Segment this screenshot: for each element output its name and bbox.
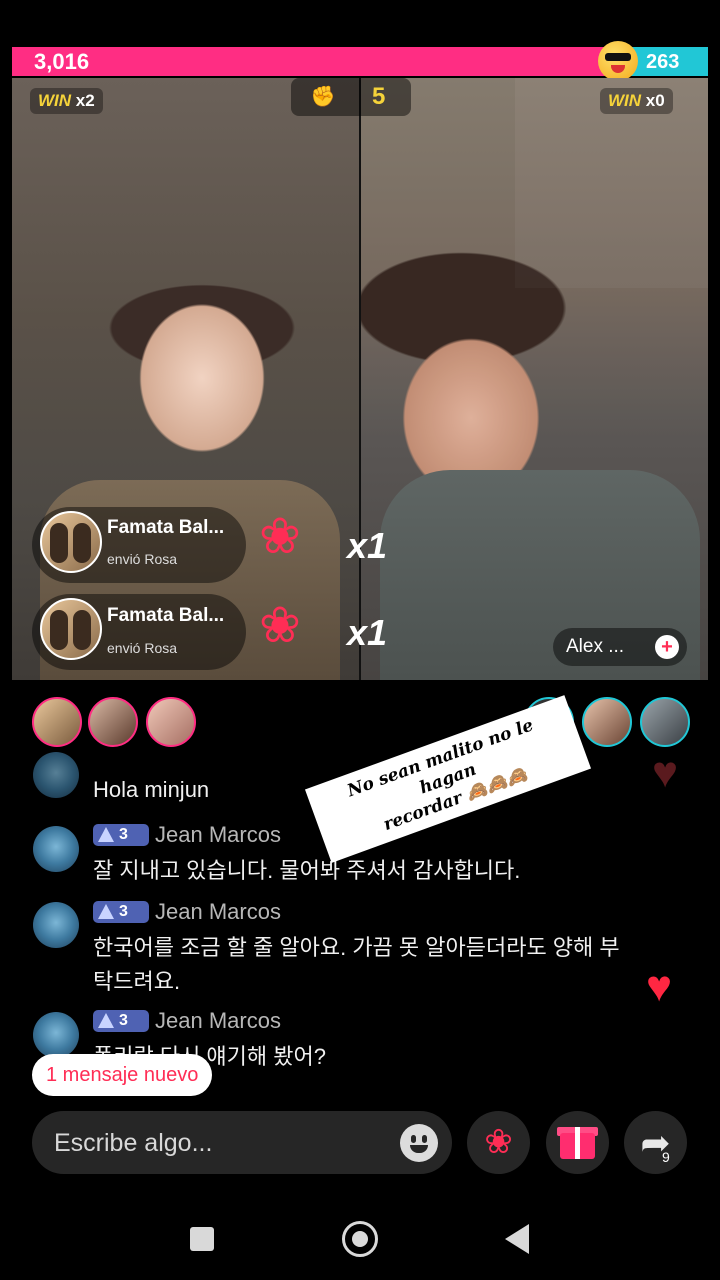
chat-message: 잘 지내고 있습니다. 물어봐 주셔서 감사합니다. xyxy=(93,858,521,883)
recents-button[interactable] xyxy=(190,1227,214,1251)
avatar[interactable] xyxy=(33,826,79,872)
win-badge-right: WIN x0 xyxy=(600,88,673,114)
gift-action: envió Rosa xyxy=(107,640,178,656)
heart-icon: ♥ xyxy=(646,962,673,1011)
heart-icon: ♥ xyxy=(652,748,679,797)
comment-input[interactable] xyxy=(52,1111,396,1176)
rose-button[interactable]: ❀ xyxy=(467,1111,530,1174)
supporter-rank: 2 xyxy=(129,733,137,747)
comment-box[interactable] xyxy=(32,1111,452,1176)
supporter-avatar[interactable]: 2 xyxy=(582,697,632,747)
text-sticker: No sean malito no le hagan recordar 🙈🙈🙈 xyxy=(304,695,592,863)
avatar[interactable] xyxy=(40,598,102,660)
streamer-name: Alex ... xyxy=(566,636,625,657)
supporter-rank: 3 xyxy=(73,733,81,747)
chat-message: Hola minjun xyxy=(93,777,210,802)
level-badge: 3 xyxy=(93,1010,149,1032)
gift-sender-name: Famata Bal... xyxy=(107,605,225,626)
gift-multiplier: x1 xyxy=(347,525,388,566)
avatar[interactable] xyxy=(33,902,79,948)
score-left: 3,016 xyxy=(34,49,90,74)
follow-button[interactable]: + xyxy=(655,635,679,659)
avatar[interactable] xyxy=(33,1012,79,1058)
chat-message: 한국어를 조금 할 줄 알아요. 가끔 못 알아듣더라도 양해 부 xyxy=(93,935,620,960)
win-label: WIN xyxy=(38,91,72,110)
supporter-avatar[interactable]: 1 xyxy=(146,697,196,747)
score-right: 263 xyxy=(646,51,680,73)
avatar[interactable] xyxy=(33,752,79,798)
chat-username[interactable]: Jean Marcos xyxy=(155,899,281,925)
rose-icon: ❀ xyxy=(259,508,301,564)
win-label: WIN xyxy=(608,91,642,110)
gift-action: envió Rosa xyxy=(107,551,178,567)
win-count: x0 xyxy=(645,91,665,110)
win-count: x2 xyxy=(75,91,95,110)
supporter-rank: 1 xyxy=(187,733,195,747)
emoji-icon[interactable] xyxy=(400,1124,438,1162)
level-badge: 3 xyxy=(93,901,149,923)
share-button[interactable]: ➦ xyxy=(624,1111,687,1174)
win-badge-left: WIN x2 xyxy=(30,88,103,114)
gift-button[interactable] xyxy=(546,1111,609,1174)
supporter-rank: 3 xyxy=(681,733,689,747)
share-count: 9 xyxy=(662,1149,670,1165)
gift-sender-name: Famata Bal... xyxy=(107,517,225,538)
back-button[interactable] xyxy=(505,1224,529,1254)
supporter-rank: 2 xyxy=(623,733,631,747)
fist-icon: ✊ xyxy=(310,86,336,108)
round-count: 5 xyxy=(372,83,386,110)
level-badge: 3 xyxy=(93,824,149,846)
supporter-avatar[interactable]: 3 xyxy=(32,697,82,747)
rose-icon: ❀ xyxy=(484,1123,513,1161)
cool-emoji-icon xyxy=(598,41,638,81)
home-button[interactable] xyxy=(342,1221,378,1257)
rose-icon: ❀ xyxy=(259,597,301,653)
gift-multiplier: x1 xyxy=(347,612,388,653)
supporter-avatar[interactable]: 3 xyxy=(640,697,690,747)
new-messages-pill[interactable]: 1 mensaje nuevo xyxy=(32,1054,213,1096)
avatar[interactable] xyxy=(40,511,102,573)
chat-message: 탁드려요. xyxy=(93,969,181,994)
chat-username[interactable]: Jean Marcos xyxy=(155,822,281,848)
supporter-avatar[interactable]: 2 xyxy=(88,697,138,747)
chat-username[interactable]: Jean Marcos xyxy=(155,1008,281,1034)
video-divider xyxy=(359,78,361,680)
